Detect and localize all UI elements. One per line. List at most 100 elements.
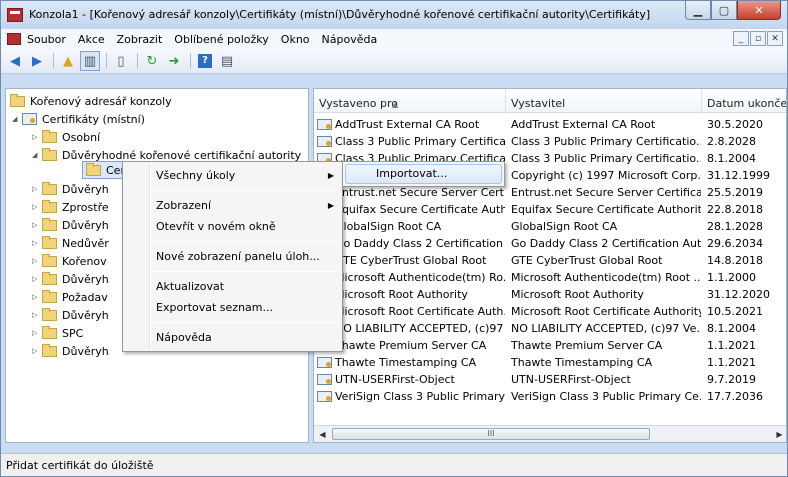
tree-item-personal[interactable]: ▷ Osobní — [32, 128, 100, 146]
menu-napoveda[interactable]: Nápověda — [316, 33, 384, 46]
expanded-icon[interactable]: ◢ — [32, 151, 42, 159]
collapsed-icon[interactable]: ▷ — [32, 185, 42, 193]
menu-item-view[interactable]: Zobrazení ▶ — [125, 195, 340, 217]
menu-item-label: Nápověda — [156, 331, 212, 344]
menu-akce[interactable]: Akce — [72, 33, 111, 46]
up-level-button[interactable]: ▲ — [58, 51, 78, 71]
expanded-icon[interactable]: ◢ — [12, 115, 22, 123]
table-row[interactable]: UTN-USERFirst-Object UTN-USERFirst-Object… — [314, 371, 786, 388]
tree-pane-icon: ▥ — [83, 53, 97, 69]
toolbar-separator — [190, 53, 191, 69]
mdi-minimize-button[interactable]: _ — [733, 31, 749, 46]
tree-item-third-party-root[interactable]: ▷ Kořenov — [32, 252, 107, 270]
cell-issued-to: Equifax Secure Certificate Auth... — [335, 203, 505, 216]
details-view-icon: ▤ — [220, 53, 234, 69]
column-issued-to[interactable]: Vystaveno pro ▲ — [314, 89, 506, 113]
column-label: Vystavitel — [511, 97, 566, 110]
cell-expiration: 30.5.2020 — [707, 118, 763, 131]
menu-soubor[interactable]: Soubor — [21, 33, 72, 46]
status-bar: Přidat certifikát do úložiště — [1, 453, 787, 476]
column-issuer[interactable]: Vystavitel — [506, 89, 702, 113]
folder-icon — [42, 235, 57, 249]
menu-separator — [153, 271, 339, 272]
back-button[interactable]: ◀ — [5, 51, 25, 71]
tree-item-cert-enrollment[interactable]: ▷ Požadav — [32, 288, 108, 306]
title-bar[interactable]: Konzola1 - [Kořenový adresář konzoly\Cer… — [1, 1, 787, 29]
column-expiration[interactable]: Datum ukonče... — [702, 89, 786, 113]
menu-item-import[interactable]: Importovat... — [345, 164, 502, 184]
mdi-restore-button[interactable]: ▫ — [750, 31, 766, 46]
scroll-thumb[interactable]: III — [332, 428, 650, 440]
menu-item-refresh[interactable]: Aktualizovat — [125, 276, 340, 298]
forward-button[interactable]: ▶ — [27, 51, 47, 71]
menu-item-label: Aktualizovat — [156, 280, 225, 293]
tree-item-label: Důvěryh — [62, 272, 109, 286]
tree-item-enterprise-trust[interactable]: ▷ Důvěryh — [32, 180, 109, 198]
collapsed-icon[interactable]: ▷ — [32, 293, 42, 301]
copy-button[interactable]: ▯ — [111, 51, 131, 71]
computer-cert-icon — [22, 113, 37, 125]
close-button[interactable]: ✕ — [737, 1, 781, 20]
collapsed-icon[interactable]: ▷ — [32, 275, 42, 283]
table-row[interactable]: Thawte Timestamping CA Thawte Timestampin… — [314, 354, 786, 371]
tree-item-console-root[interactable]: Kořenový adresář konzoly — [10, 92, 172, 110]
mdi-close-button[interactable]: ✕ — [767, 31, 783, 46]
table-row[interactable]: AddTrust External CA Root AddTrust Extern… — [314, 116, 786, 133]
tree-item-trusted-devices[interactable]: ▷ Důvěryh — [32, 342, 109, 360]
table-row[interactable]: GlobalSign Root CA GlobalSign Root CA 28.1… — [314, 218, 786, 235]
menu-item-open-new-window[interactable]: Otevřít v novém okně — [125, 216, 340, 238]
cell-expiration: 31.12.1999 — [707, 169, 770, 182]
table-row[interactable]: Go Daddy Class 2 Certification ... Go Dad… — [314, 235, 786, 252]
table-row[interactable]: Microsoft Root Authority Microsoft Root A… — [314, 286, 786, 303]
table-row[interactable]: VeriSign Class 3 Public Primary ... VeriS… — [314, 388, 786, 405]
export-list-button[interactable]: ➜ — [164, 51, 184, 71]
minimize-button[interactable]: ▁ — [685, 1, 711, 20]
table-row[interactable]: NO LIABILITY ACCEPTED, (c)97 ... NO LIABI… — [314, 320, 786, 337]
menu-item-all-tasks[interactable]: Všechny úkoly ▶ — [125, 165, 340, 187]
tree-item-certificates-local[interactable]: ◢ Certifikáty (místní) — [12, 110, 145, 128]
menu-oblibene[interactable]: Oblíbené položky — [168, 33, 275, 46]
collapsed-icon[interactable]: ▷ — [32, 347, 42, 355]
collapsed-icon[interactable]: ▷ — [32, 239, 42, 247]
collapsed-icon[interactable]: ▷ — [32, 257, 42, 265]
table-row[interactable]: GTE CyberTrust Global Root GTE CyberTrust… — [314, 252, 786, 269]
arrow-left-icon: ◀ — [10, 53, 20, 69]
table-row[interactable]: Class 3 Public Primary Certificat... Clas… — [314, 133, 786, 150]
collapsed-icon[interactable]: ▷ — [32, 329, 42, 337]
menu-zobrazit[interactable]: Zobrazit — [111, 33, 169, 46]
copy-icon: ▯ — [117, 53, 125, 69]
properties-view-button[interactable]: ▤ — [217, 51, 237, 71]
tree-item-untrusted[interactable]: ▷ Nedůvěr — [32, 234, 109, 252]
cell-issued-to: Go Daddy Class 2 Certification ... — [335, 237, 505, 250]
collapsed-icon[interactable]: ▷ — [32, 203, 42, 211]
table-row[interactable]: Equifax Secure Certificate Auth... Equifa… — [314, 201, 786, 218]
table-row[interactable]: Microsoft Authenticode(tm) Ro... Microsof… — [314, 269, 786, 286]
maximize-button[interactable]: ▢ — [711, 1, 737, 20]
collapsed-icon[interactable]: ▷ — [32, 133, 42, 141]
tree-item-label: Kořenov — [62, 254, 107, 268]
console-menu-icon[interactable] — [7, 33, 21, 45]
arrow-right-icon: ▶ — [32, 53, 42, 69]
help-button[interactable]: ? — [195, 51, 215, 71]
tree-item-trusted-publishers[interactable]: ▷ Důvěryh — [32, 216, 109, 234]
table-row[interactable]: Microsoft Root Certificate Auth... Micros… — [314, 303, 786, 320]
menu-okno[interactable]: Okno — [275, 33, 316, 46]
menu-item-new-taskpad[interactable]: Nové zobrazení panelu úloh... — [125, 246, 340, 268]
refresh-button[interactable]: ↻ — [142, 51, 162, 71]
collapsed-icon[interactable]: ▷ — [32, 221, 42, 229]
horizontal-scrollbar[interactable]: ◀ III ▶ — [314, 425, 786, 442]
cell-issuer: Thawte Timestamping CA — [511, 356, 653, 369]
cell-expiration: 2.8.2028 — [707, 135, 756, 148]
tree-item-smart-card-trusted[interactable]: ▷ Důvěryh — [32, 306, 109, 324]
tree-item-trusted-people[interactable]: ▷ Důvěryh — [32, 270, 109, 288]
collapsed-icon[interactable]: ▷ — [32, 311, 42, 319]
menu-item-help[interactable]: Nápověda — [125, 327, 340, 349]
menu-item-export-list[interactable]: Exportovat seznam... — [125, 297, 340, 319]
scroll-left-button[interactable]: ◀ — [314, 426, 331, 442]
tree-item-spc[interactable]: ▷ SPC — [32, 324, 83, 342]
table-row[interactable]: Thawte Premium Server CA Thawte Premium S… — [314, 337, 786, 354]
scroll-right-button[interactable]: ▶ — [771, 426, 786, 442]
cell-issuer: Microsoft Authenticode(tm) Root ... — [511, 271, 701, 284]
show-hide-tree-button[interactable]: ▥ — [80, 51, 100, 71]
tree-item-intermediate[interactable]: ▷ Zprostře — [32, 198, 109, 216]
